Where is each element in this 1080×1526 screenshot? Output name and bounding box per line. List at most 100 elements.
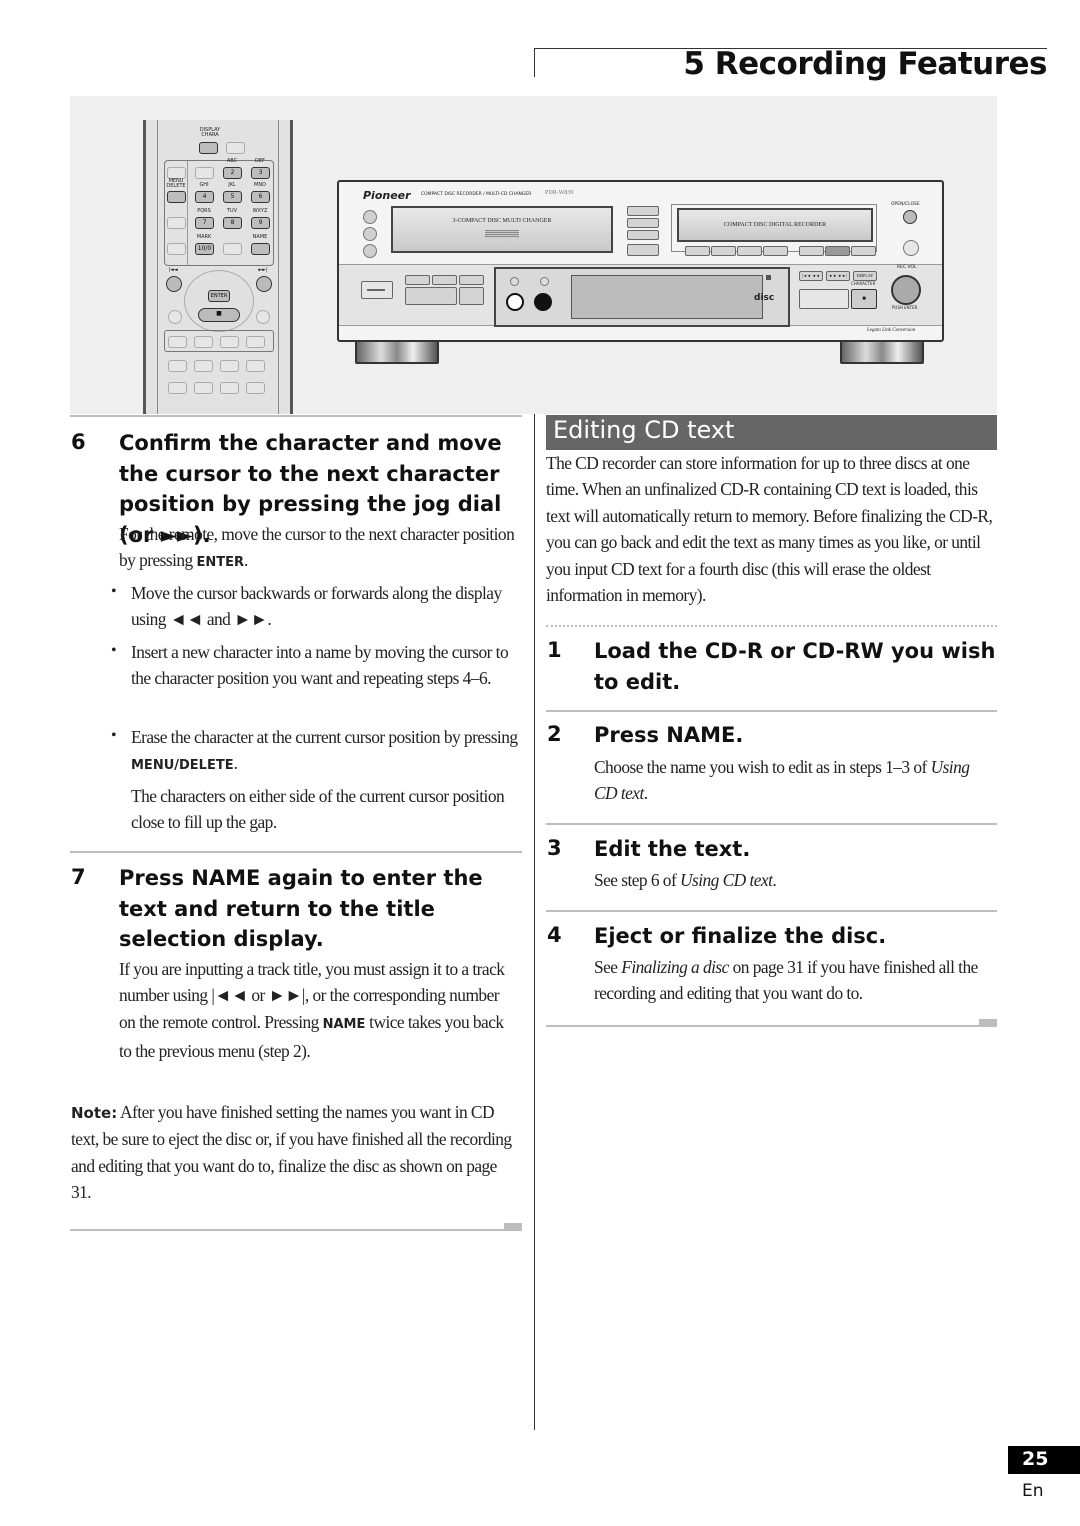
product-line-label: COMPACT DISC RECORDER / MULTI-CD CHANGER bbox=[421, 192, 532, 197]
deck-prev-button: |◄◄ ◄◄ bbox=[799, 271, 823, 281]
push-enter-label: PUSH ENTER bbox=[892, 305, 918, 310]
deck-lower-panel: disc |◄◄ ◄◄ ►► ►►| DISPLAY CHARACTER ■ R… bbox=[339, 264, 942, 327]
rec-vol-jog-dial bbox=[891, 275, 921, 305]
divider-rule bbox=[546, 710, 997, 712]
step-1-number: 1 bbox=[547, 638, 562, 662]
remote-display-chara-button bbox=[199, 142, 218, 154]
character-label: CHARACTER bbox=[851, 281, 876, 286]
mic-jack bbox=[534, 293, 552, 311]
remote-key-button: 3 bbox=[251, 167, 270, 179]
deck-stop-button: ■ bbox=[851, 289, 877, 309]
deck-name-button bbox=[825, 246, 850, 256]
remote-key-letters: MNO bbox=[254, 182, 266, 188]
remote-control: DISPLAY CHARA MENU DELETE ABC 2 DEF 3 GHI 4 JK… bbox=[143, 120, 293, 414]
deck-next-button: ►► ►►| bbox=[826, 271, 850, 281]
remote-next-button bbox=[256, 276, 272, 292]
step-6-bullet-3: Erase the character at the current curso… bbox=[131, 727, 518, 774]
step-6-bullet-2: Insert a new character into a name by mo… bbox=[131, 642, 509, 689]
step-4-heading: Eject or finalize the disc. bbox=[594, 924, 887, 948]
divider-rule bbox=[546, 910, 997, 912]
remote-key-letters: JKL bbox=[228, 182, 236, 188]
chapter-title: 5 Recording Features bbox=[683, 46, 1047, 82]
remote-key-button: 9 bbox=[251, 217, 270, 229]
right-column-bottom-rule bbox=[546, 1025, 997, 1027]
changer-tray: 3-COMPACT DISC MULTI CHANGER bbox=[391, 206, 613, 253]
legato-link-label: Legato Link Conversion bbox=[867, 328, 916, 333]
column-divider bbox=[534, 414, 535, 1430]
remote-key-button: 7 bbox=[195, 217, 214, 229]
open-close-button bbox=[903, 210, 917, 224]
step-1-heading: Load the CD-R or CD-RW you wish to edit. bbox=[594, 639, 996, 694]
remote-enter-button: ENTER bbox=[208, 290, 230, 302]
model-label: PDR-W839 bbox=[545, 190, 574, 196]
divider-rule bbox=[70, 851, 522, 853]
section-intro: The CD recorder can store information fo… bbox=[546, 453, 993, 606]
deck-foot-right bbox=[840, 340, 924, 364]
remote-prev-button bbox=[166, 276, 182, 292]
open-close-label: OPEN/CLOSE bbox=[891, 202, 920, 207]
deck-foot-left bbox=[355, 340, 439, 364]
remote-key-button: 5 bbox=[223, 191, 242, 203]
remote-key-letters: MARK bbox=[196, 234, 212, 240]
remote-blank-button bbox=[226, 142, 245, 154]
rec-vol-label: REC VOL bbox=[897, 265, 917, 270]
recorder-tray: COMPACT DISC DIGITAL RECORDER bbox=[677, 208, 873, 242]
section-end-mark bbox=[979, 1019, 997, 1025]
remote-key-letters: PQRS bbox=[197, 208, 211, 214]
display-chara-label: DISPLAY CHARA bbox=[199, 127, 221, 138]
left-column-top-rule bbox=[70, 415, 522, 417]
compact-disc-logo: disc bbox=[754, 293, 775, 303]
remote-key-letters: WXYZ bbox=[252, 208, 268, 214]
fl-display bbox=[571, 275, 763, 319]
step-2-heading: Press NAME. bbox=[594, 723, 744, 747]
remote-key-button: 8 bbox=[223, 217, 242, 229]
step-7-heading: Press NAME again to enter the text and r… bbox=[119, 866, 483, 951]
remote-key-button: 6 bbox=[251, 191, 270, 203]
bullet-dot: • bbox=[111, 642, 117, 659]
section-heading-bar: Editing CD text bbox=[546, 415, 997, 450]
left-column-bottom-rule bbox=[70, 1229, 522, 1231]
remote-key-button: 10/0 bbox=[195, 243, 214, 255]
step-7-body: If you are inputting a track title, you … bbox=[119, 959, 505, 1062]
cd-recorder-deck: Pioneer COMPACT DISC RECORDER / MULTI-CD… bbox=[337, 180, 944, 342]
remote-menu-delete-button bbox=[167, 191, 186, 203]
section-title: Editing CD text bbox=[553, 416, 735, 444]
remote-name-button bbox=[251, 243, 270, 255]
page-number-box: 25 bbox=[1008, 1446, 1080, 1474]
section-end-mark bbox=[504, 1223, 522, 1229]
remote-key-button: 4 bbox=[195, 191, 214, 203]
brand-logo: Pioneer bbox=[363, 189, 411, 202]
bullet-dot: • bbox=[111, 727, 117, 744]
remote-next-label: ►►| bbox=[258, 267, 268, 273]
remote-numpad: MENU DELETE ABC 2 DEF 3 GHI 4 JKL 5 MNO 6 PQRS 7 TUV… bbox=[164, 158, 274, 266]
step-6-intro: For the remote, move the cursor to the n… bbox=[119, 524, 515, 571]
step-3-heading: Edit the text. bbox=[594, 837, 751, 861]
remote-key-button: 2 bbox=[223, 167, 242, 179]
header-rule-tick bbox=[534, 48, 535, 77]
step-6-bullet-1: Move the cursor backwards or forwards al… bbox=[131, 583, 502, 630]
remote-key-letters: TUV bbox=[226, 208, 238, 214]
note-label: Note: bbox=[71, 1104, 118, 1122]
name-key-label: NAME bbox=[252, 234, 268, 240]
display-window-frame: disc bbox=[494, 267, 790, 327]
step-7-number: 7 bbox=[71, 865, 86, 889]
bullet-dot: • bbox=[111, 583, 117, 600]
product-illustration: DISPLAY CHARA MENU DELETE ABC 2 DEF 3 GHI 4 JK… bbox=[70, 96, 997, 414]
step-6-number: 6 bbox=[71, 430, 86, 454]
step-6-followup: The characters on either side of the cur… bbox=[131, 786, 505, 833]
remote-key-letters: DEF bbox=[255, 158, 265, 164]
divider-rule bbox=[546, 625, 997, 627]
language-label: En bbox=[1022, 1481, 1044, 1501]
divider-rule bbox=[546, 823, 997, 825]
step-3-body: See step 6 of Using CD text. bbox=[594, 870, 777, 890]
step-2-number: 2 bbox=[547, 722, 562, 746]
step-4-body: See Finalizing a disc on page 31 if you … bbox=[594, 957, 978, 1004]
menu-delete-label: MENU DELETE bbox=[166, 178, 186, 189]
headphone-jack bbox=[506, 293, 524, 311]
step-2-body: Choose the name you wish to edit as in s… bbox=[594, 757, 970, 804]
remote-stop-button: ■ bbox=[198, 308, 240, 322]
step-3-number: 3 bbox=[547, 836, 562, 860]
remote-key-letters: ABC bbox=[226, 158, 238, 164]
deck-round-button bbox=[903, 240, 919, 256]
note-paragraph: Note: After you have finished setting th… bbox=[71, 1102, 512, 1203]
